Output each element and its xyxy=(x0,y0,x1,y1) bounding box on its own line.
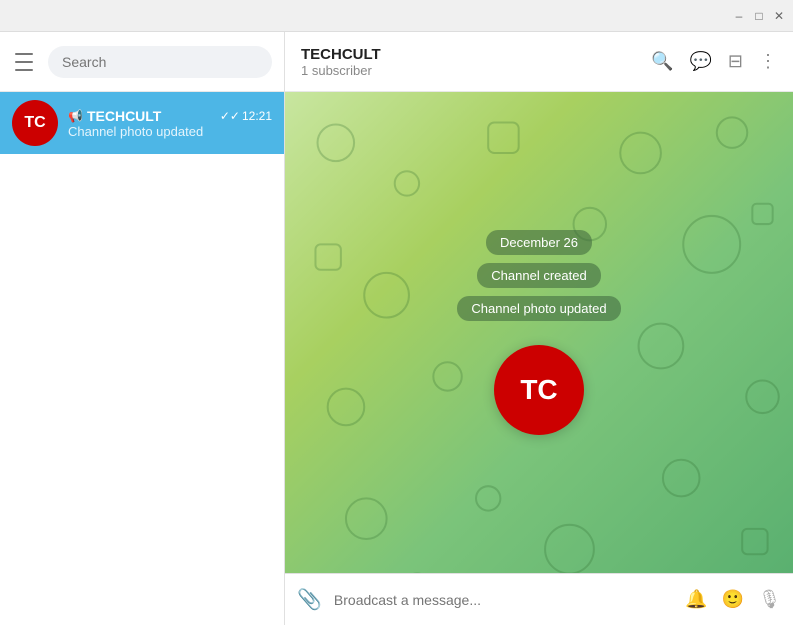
chat-header-info: TECHCULT 1 subscriber xyxy=(301,46,639,78)
columns-icon[interactable]: ⊟ xyxy=(728,51,743,72)
chat-header-actions: 🔍 💬 ⊟ ⋮ xyxy=(651,51,777,72)
emoji-icon[interactable]: 🙂 xyxy=(722,589,744,610)
channel-created-event: Channel created xyxy=(477,263,600,288)
chat-list-item[interactable]: TC 📢 TECHCULT ✓✓ 12:21 Channel photo upd… xyxy=(0,92,284,154)
more-options-icon[interactable]: ⋮ xyxy=(759,51,777,72)
read-receipt-icon: ✓✓ xyxy=(220,109,240,123)
input-right-icons: 🔔 🙂 🎙 xyxy=(685,589,781,610)
sidebar-header xyxy=(0,32,284,92)
hamburger-button[interactable] xyxy=(12,50,36,74)
sidebar: TC 📢 TECHCULT ✓✓ 12:21 Channel photo upd… xyxy=(0,32,285,625)
titlebar: – □ ✕ xyxy=(0,0,793,32)
bell-icon[interactable]: 🔔 xyxy=(685,589,707,610)
input-bar: 📎 🔔 🙂 🎙 xyxy=(285,573,793,625)
chat-time: ✓✓ 12:21 xyxy=(220,109,272,123)
maximize-button[interactable]: □ xyxy=(753,10,765,22)
close-button[interactable]: ✕ xyxy=(773,10,785,22)
channel-photo-avatar: TC xyxy=(494,345,584,435)
chat-info: 📢 TECHCULT ✓✓ 12:21 Channel photo update… xyxy=(68,108,272,139)
search-input[interactable] xyxy=(48,46,272,78)
channel-photo-updated-event: Channel photo updated xyxy=(457,296,620,321)
broadcast-input[interactable] xyxy=(334,592,673,608)
app: TC 📢 TECHCULT ✓✓ 12:21 Channel photo upd… xyxy=(0,32,793,625)
megaphone-icon: 📢 xyxy=(68,109,83,123)
avatar: TC xyxy=(12,100,58,146)
chat-area: TECHCULT 1 subscriber 🔍 💬 ⊟ ⋮ xyxy=(285,32,793,625)
chat-messages: December 26 Channel created Channel phot… xyxy=(285,92,793,573)
date-label: December 26 xyxy=(486,230,592,255)
chat-preview: Channel photo updated xyxy=(68,124,272,139)
main-content: TC 📢 TECHCULT ✓✓ 12:21 Channel photo upd… xyxy=(0,32,793,625)
search-icon[interactable]: 🔍 xyxy=(651,51,673,72)
subscriber-count: 1 subscriber xyxy=(301,63,639,78)
chat-name: TECHCULT xyxy=(87,108,216,124)
chat-name-row: 📢 TECHCULT ✓✓ 12:21 xyxy=(68,108,272,124)
messages-container: December 26 Channel created Channel phot… xyxy=(285,92,793,573)
channel-title: TECHCULT xyxy=(301,46,639,63)
mic-icon[interactable]: 🎙 xyxy=(758,589,781,610)
comment-icon[interactable]: 💬 xyxy=(689,51,711,72)
chat-header: TECHCULT 1 subscriber 🔍 💬 ⊟ ⋮ xyxy=(285,32,793,92)
attach-icon[interactable]: 📎 xyxy=(297,587,322,612)
minimize-button[interactable]: – xyxy=(733,10,745,22)
